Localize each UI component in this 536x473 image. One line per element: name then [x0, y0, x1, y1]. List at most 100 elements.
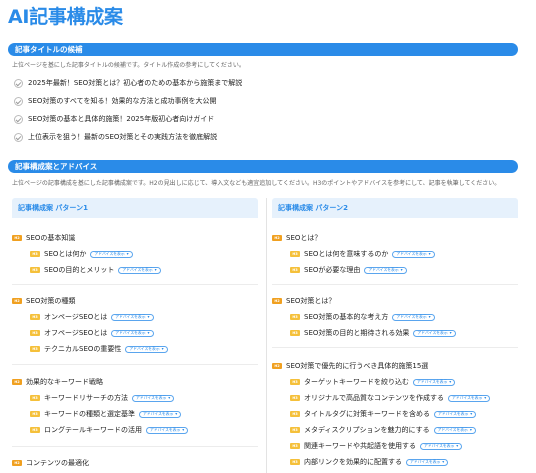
h2-heading: SEO対策の種類 — [26, 297, 76, 305]
h2-heading: SEO対策とは？ — [286, 297, 336, 305]
h3-row: H3 内部リンクを効果的に配置する アドバイスを表示 ▾ — [272, 454, 518, 470]
h2-tag: H2 — [12, 235, 22, 241]
show-advice-button[interactable]: アドバイスを表示 ▾ — [118, 266, 161, 274]
title-candidate-text: SEO対策のすべてを知る！効果的な方法と成功事例を大公開 — [28, 97, 217, 105]
h3-heading: メタディスクリプションを魅力的にする — [304, 426, 430, 434]
h3-row: H3 SEOの目的とメリット アドバイスを表示 ▾ — [12, 262, 258, 278]
show-advice-label: アドバイスを表示 — [150, 427, 181, 432]
show-advice-button[interactable]: アドバイスを表示 ▾ — [433, 426, 476, 434]
title-candidate-text: SEO対策の基本と具体的施策！2025年版初心者向けガイド — [28, 115, 215, 123]
show-advice-button[interactable]: アドバイスを表示 ▾ — [132, 394, 175, 402]
h3-row: H3 ターゲットキーワードを絞り込む アドバイスを表示 ▾ — [272, 374, 518, 390]
structure-pattern-1: 記事構成案 パターン1 H2 SEOの基本知識 H3 SEOとは何か アドバイスを表示… — [12, 198, 258, 473]
h3-heading: オフページSEOとは — [44, 329, 108, 337]
show-advice-label: アドバイスを表示 — [417, 379, 448, 384]
show-advice-button[interactable]: アドバイスを表示 ▾ — [448, 394, 491, 402]
h3-tag: H3 — [30, 411, 40, 417]
title-candidate[interactable]: 上位表示を狙う！最新のSEO対策とその実践方法を徹底解説 — [14, 128, 514, 146]
h2-heading: SEO対策で優先的に行うべき具体的施策15選 — [286, 362, 429, 370]
show-advice-button[interactable]: アドバイスを表示 ▾ — [364, 266, 407, 274]
show-advice-button[interactable]: アドバイスを表示 ▾ — [406, 458, 449, 466]
h3-tag: H3 — [30, 427, 40, 433]
show-advice-button[interactable]: アドバイスを表示 ▾ — [146, 426, 189, 434]
show-advice-button[interactable]: アドバイスを表示 ▾ — [392, 250, 435, 258]
h3-heading: SEO対策の目的と期待される効果 — [304, 329, 410, 337]
h2-tag: H2 — [12, 298, 22, 304]
h2-heading: SEOとは？ — [286, 234, 322, 242]
h3-row: H3 オンページSEOとは アドバイスを表示 ▾ — [12, 309, 258, 325]
h2-heading: 効果的なキーワード戦略 — [26, 378, 103, 386]
show-advice-button[interactable]: アドバイスを表示 ▾ — [125, 345, 168, 353]
show-advice-label: アドバイスを表示 — [94, 251, 125, 256]
check-icon — [14, 78, 23, 88]
show-advice-label: アドバイスを表示 — [438, 411, 469, 416]
show-advice-label: アドバイスを表示 — [129, 346, 160, 351]
h3-heading: ロングテールキーワードの活用 — [44, 426, 142, 434]
chevron-down-icon: ▾ — [147, 314, 150, 319]
show-advice-button[interactable]: アドバイスを表示 ▾ — [139, 410, 182, 418]
h3-tag: H3 — [290, 267, 300, 273]
title-candidate[interactable]: SEO対策のすべてを知る！効果的な方法と成功事例を大公開 — [14, 92, 514, 110]
h3-heading: オリジナルで高品質なコンテンツを作成する — [304, 394, 444, 402]
show-advice-button[interactable]: アドバイスを表示 ▾ — [413, 329, 456, 337]
title-candidate[interactable]: 2025年最新！SEO対策とは？初心者のための基本から施策まで解説 — [14, 74, 514, 92]
h3-tag: H3 — [30, 395, 40, 401]
show-advice-button[interactable]: アドバイスを表示 ▾ — [420, 442, 463, 450]
chevron-down-icon: ▾ — [126, 251, 129, 256]
h3-heading: オンページSEOとは — [44, 313, 108, 321]
chevron-down-icon: ▾ — [469, 427, 472, 432]
outline-group: H2 SEO対策とは？ H3 SEO対策の基本的な考え方 アドバイスを表示 ▾ H3 SE… — [272, 293, 518, 341]
h3-heading: テクニカルSEOの重要性 — [44, 345, 122, 353]
show-advice-button[interactable]: アドバイスを表示 ▾ — [434, 410, 477, 418]
h3-heading: ターゲットキーワードを絞り込む — [304, 378, 409, 386]
h3-heading: SEOとは何を意味するのか — [304, 250, 389, 258]
structure-section-description: 上位ページの記事構成を基にした記事構成案です。H2の見出しに応じて、導入文なども… — [12, 180, 501, 187]
chevron-down-icon: ▾ — [428, 251, 431, 256]
h3-row: H3 SEO対策の目的と期待される効果 アドバイスを表示 ▾ — [272, 325, 518, 341]
h3-heading: タイトルタグに対策キーワードを含める — [304, 410, 430, 418]
title-candidate-text: 2025年最新！SEO対策とは？初心者のための基本から施策まで解説 — [28, 79, 243, 87]
group-separator — [12, 284, 258, 285]
h2-tag: H2 — [272, 298, 282, 304]
show-advice-button[interactable]: アドバイスを表示 ▾ — [413, 378, 456, 386]
chevron-down-icon: ▾ — [456, 443, 459, 448]
h2-row: H2 SEO対策で優先的に行うべき具体的施策15選 — [272, 358, 518, 374]
h2-row: H2 SEOの基本知識 — [12, 230, 258, 246]
h3-row: H3 関連キーワードや共起語を使用する アドバイスを表示 ▾ — [272, 438, 518, 454]
show-advice-label: アドバイスを表示 — [136, 395, 167, 400]
column-divider — [266, 198, 267, 473]
show-advice-label: アドバイスを表示 — [115, 314, 146, 319]
show-advice-label: アドバイスを表示 — [417, 330, 448, 335]
show-advice-button[interactable]: アドバイスを表示 ▾ — [90, 250, 133, 258]
h2-row: H2 SEO対策とは？ — [272, 293, 518, 309]
structure-section-heading: 記事構成案とアドバイス — [8, 160, 518, 173]
h3-row: H3 キーワードの種類と選定基準 アドバイスを表示 ▾ — [12, 406, 258, 422]
h2-row: H2 SEOとは？ — [272, 230, 518, 246]
h3-tag: H3 — [290, 330, 300, 336]
h3-tag: H3 — [290, 314, 300, 320]
show-advice-button[interactable]: アドバイスを表示 ▾ — [111, 313, 154, 321]
h2-row: H2 コンテンツの最適化 — [12, 455, 258, 471]
show-advice-button[interactable]: アドバイスを表示 ▾ — [392, 313, 435, 321]
h3-row: H3 オフページSEOとは アドバイスを表示 ▾ — [12, 325, 258, 341]
h3-tag: H3 — [290, 411, 300, 417]
h3-heading: 内部リンクを効果的に配置する — [304, 458, 402, 466]
h3-tag: H3 — [290, 443, 300, 449]
h3-row: H3 SEOとは何か アドバイスを表示 ▾ — [12, 246, 258, 262]
h3-tag: H3 — [30, 314, 40, 320]
h3-row: H3 SEOとは何を意味するのか アドバイスを表示 ▾ — [272, 246, 518, 262]
show-advice-label: アドバイスを表示 — [396, 251, 427, 256]
show-advice-label: アドバイスを表示 — [115, 330, 146, 335]
h3-row: H3 オリジナルで高品質なコンテンツを作成する アドバイスを表示 ▾ — [272, 390, 518, 406]
titles-section-description: 上位ページを基にした記事タイトルの候補です。タイトル作成の参考にしてください。 — [12, 62, 245, 69]
title-candidate-list: 2025年最新！SEO対策とは？初心者のための基本から施策まで解説 SEO対策の… — [14, 74, 514, 146]
show-advice-label: アドバイスを表示 — [368, 267, 399, 272]
title-candidate[interactable]: SEO対策の基本と具体的施策！2025年版初心者向けガイド — [14, 110, 514, 128]
chevron-down-icon: ▾ — [449, 379, 452, 384]
h3-tag: H3 — [290, 427, 300, 433]
h2-heading: SEOの基本知識 — [26, 234, 76, 242]
show-advice-button[interactable]: アドバイスを表示 ▾ — [111, 329, 154, 337]
h3-heading: SEOの目的とメリット — [44, 266, 115, 274]
chevron-down-icon: ▾ — [147, 330, 150, 335]
h3-row: H3 テクニカルSEOの重要性 アドバイスを表示 ▾ — [12, 341, 258, 357]
